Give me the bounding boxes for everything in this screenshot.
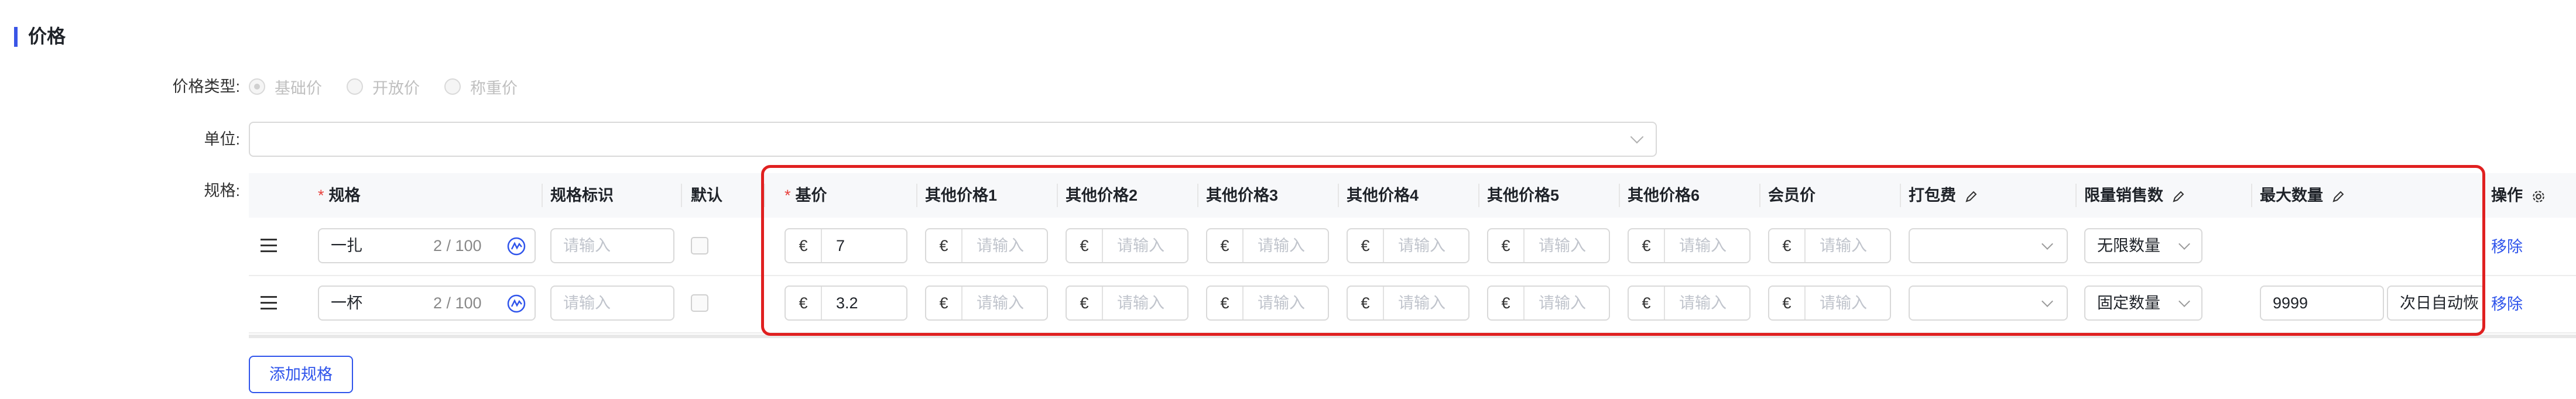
radio-weight-price[interactable]: 称重价 [444, 75, 518, 98]
radio-base-price[interactable]: 基础价 [249, 75, 322, 98]
default-checkbox[interactable] [691, 294, 708, 312]
header-default: 默认 [691, 187, 722, 204]
remove-row-link[interactable]: 移除 [2491, 291, 2523, 314]
remove-row-link[interactable]: 移除 [2491, 234, 2523, 257]
radio-label: 基础价 [275, 79, 322, 97]
header-action: 操作 [2491, 173, 2546, 218]
spec-label: 规格: [204, 182, 240, 200]
spec-id-input[interactable]: 请输入 [550, 286, 674, 321]
spec-id-input[interactable]: 请输入 [550, 228, 674, 263]
default-checkbox[interactable] [691, 237, 708, 254]
radio-circle-icon [444, 78, 461, 95]
chevron-down-icon [1630, 130, 1644, 144]
unit-select[interactable] [249, 122, 1657, 157]
translate-icon[interactable] [506, 236, 526, 256]
radio-circle-icon [249, 78, 265, 95]
highlight-box [761, 165, 2485, 336]
radio-label: 开放价 [372, 79, 420, 97]
radio-circle-icon [347, 78, 363, 95]
section-title: 价格 [28, 26, 66, 47]
drag-handle-icon[interactable] [261, 239, 277, 256]
header-spec-id: 规格标识 [550, 187, 614, 204]
radio-label: 称重价 [470, 79, 518, 97]
section-accent-bar [14, 27, 18, 47]
radio-open-price[interactable]: 开放价 [347, 75, 420, 98]
header-spec: * 规格 [318, 187, 361, 204]
spec-name-input[interactable]: 一扎 2 / 100 [318, 228, 536, 263]
spec-name-input[interactable]: 一杯 2 / 100 [318, 286, 536, 321]
drag-handle-icon[interactable] [261, 296, 277, 314]
gear-icon[interactable] [2531, 189, 2546, 204]
translate-icon[interactable] [506, 294, 526, 314]
unit-label: 单位: [204, 130, 240, 148]
price-type-label: 价格类型: [172, 78, 240, 95]
price-type-radio-group: 基础价 开放价 称重价 [249, 75, 542, 98]
add-spec-button[interactable]: 添加规格 [249, 356, 353, 393]
